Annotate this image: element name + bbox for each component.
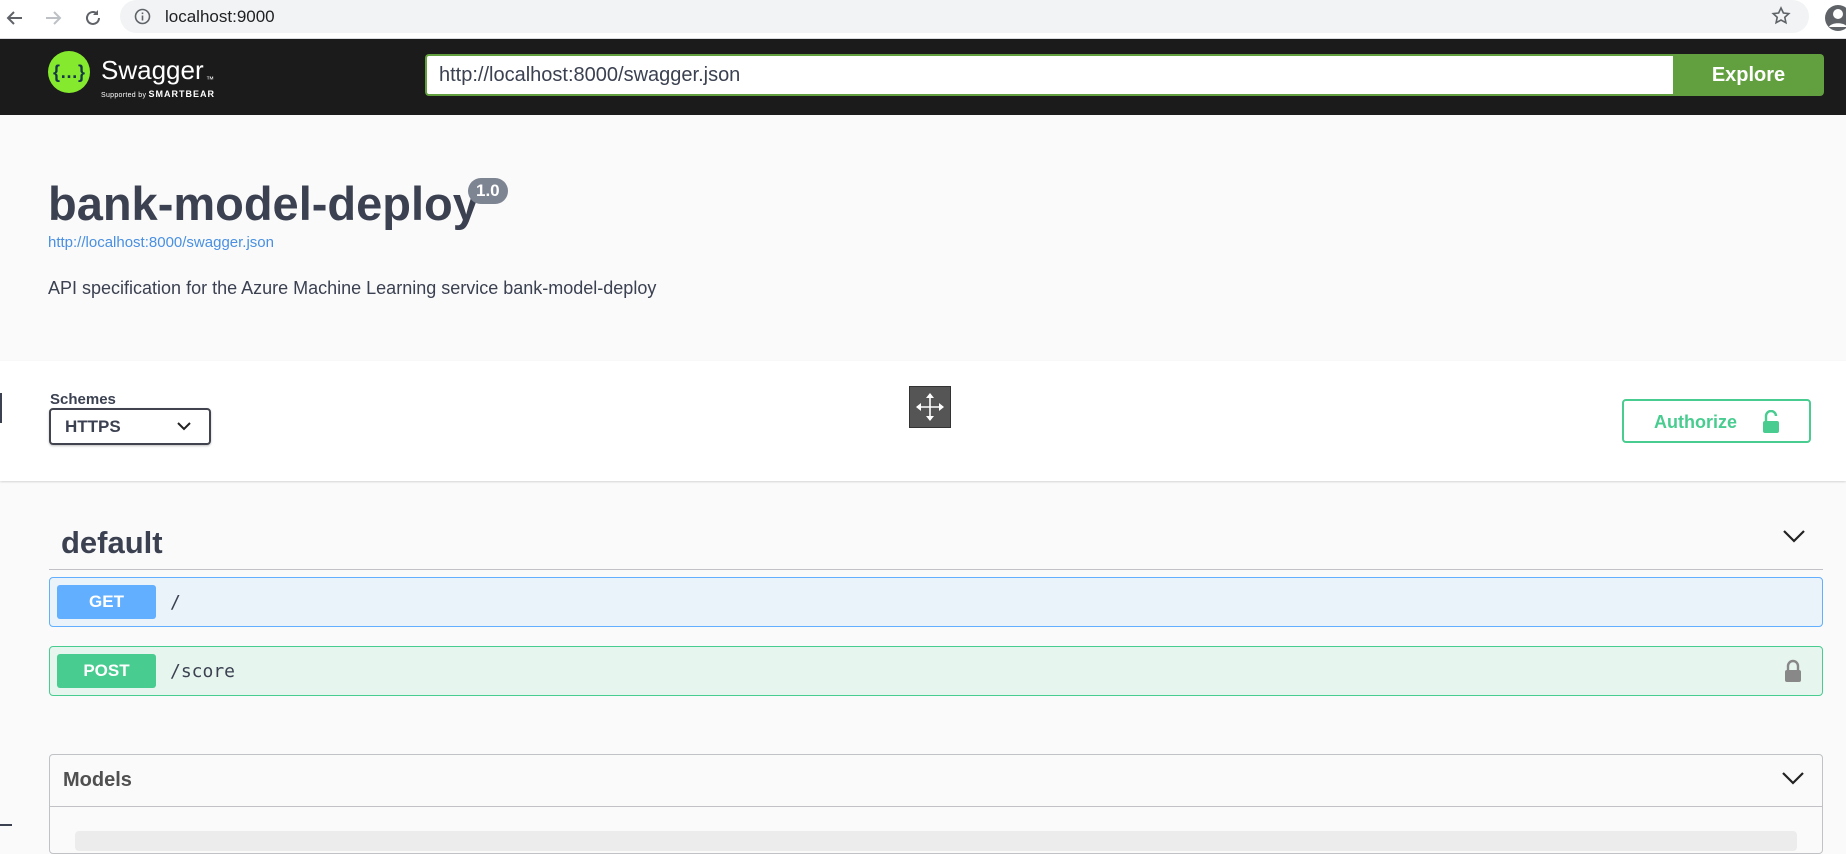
bookmark-star-icon[interactable] bbox=[1771, 6, 1791, 26]
schemes-select[interactable]: HTTPS bbox=[49, 408, 211, 445]
api-title: bank-model-deploy bbox=[48, 177, 479, 230]
arrow-left-icon bbox=[6, 11, 22, 25]
models-title: Models bbox=[63, 769, 132, 791]
logo-supported-by: Supported by bbox=[101, 92, 147, 99]
api-description: API specification for the Azure Machine … bbox=[48, 278, 657, 298]
chevron-down-icon[interactable] bbox=[1782, 771, 1804, 785]
address-bar[interactable]: localhost:9000 bbox=[120, 0, 1809, 33]
info-icon[interactable] bbox=[134, 8, 151, 25]
spec-url-link[interactable]: http://localhost:8000/swagger.json bbox=[48, 234, 274, 251]
logo-text: Swagger bbox=[101, 55, 204, 85]
authorize-label: Authorize bbox=[1654, 412, 1737, 432]
tag-header-default[interactable]: default bbox=[49, 515, 1823, 570]
swagger-topbar: {…} Swagger ™ Supported by SMARTBEAR Exp… bbox=[0, 39, 1846, 115]
spec-url-input[interactable] bbox=[425, 54, 1673, 96]
profile-avatar-icon[interactable] bbox=[1824, 4, 1846, 32]
back-button[interactable] bbox=[0, 3, 30, 33]
operation-get-root[interactable]: GET / bbox=[49, 577, 1823, 627]
models-section: Models bbox=[49, 754, 1823, 854]
schemes-selected-value: HTTPS bbox=[65, 417, 121, 436]
address-text: localhost:9000 bbox=[165, 7, 275, 26]
reload-icon bbox=[86, 10, 100, 25]
authorize-button[interactable]: Authorize bbox=[1622, 399, 1811, 443]
logo-subtitle: Supported by SMARTBEAR bbox=[101, 89, 215, 99]
browser-toolbar: localhost:9000 bbox=[0, 0, 1846, 39]
model-container[interactable] bbox=[75, 831, 1797, 851]
lock-icon[interactable] bbox=[1784, 659, 1802, 683]
reload-button[interactable] bbox=[78, 3, 108, 33]
divider bbox=[0, 824, 12, 826]
tag-name: default bbox=[61, 525, 163, 560]
version-badge: 1.0 bbox=[468, 178, 508, 204]
explore-button[interactable]: Explore bbox=[1673, 54, 1824, 96]
schemes-label: Schemes bbox=[50, 391, 116, 408]
logo-trademark: ™ bbox=[206, 75, 214, 84]
operation-path: / bbox=[170, 592, 181, 613]
arrow-right-icon bbox=[46, 11, 62, 25]
unlock-icon bbox=[1762, 410, 1780, 434]
divider bbox=[0, 393, 2, 423]
swagger-logo-icon[interactable]: {…} bbox=[48, 51, 90, 93]
models-header[interactable]: Models bbox=[50, 755, 1822, 807]
method-badge-get: GET bbox=[57, 585, 156, 619]
logo-smartbear: SMARTBEAR bbox=[148, 89, 215, 99]
chevron-down-icon[interactable] bbox=[1783, 529, 1805, 543]
operation-path: /score bbox=[170, 661, 236, 682]
scheme-container: Schemes HTTPS Authorize bbox=[0, 361, 1846, 481]
operation-post-score[interactable]: POST /score bbox=[49, 646, 1823, 696]
svg-text:{…}: {…} bbox=[53, 62, 85, 82]
chevron-down-icon bbox=[177, 422, 191, 431]
method-badge-post: POST bbox=[57, 654, 156, 688]
move-handle-icon[interactable] bbox=[909, 386, 951, 428]
forward-button[interactable] bbox=[38, 3, 68, 33]
